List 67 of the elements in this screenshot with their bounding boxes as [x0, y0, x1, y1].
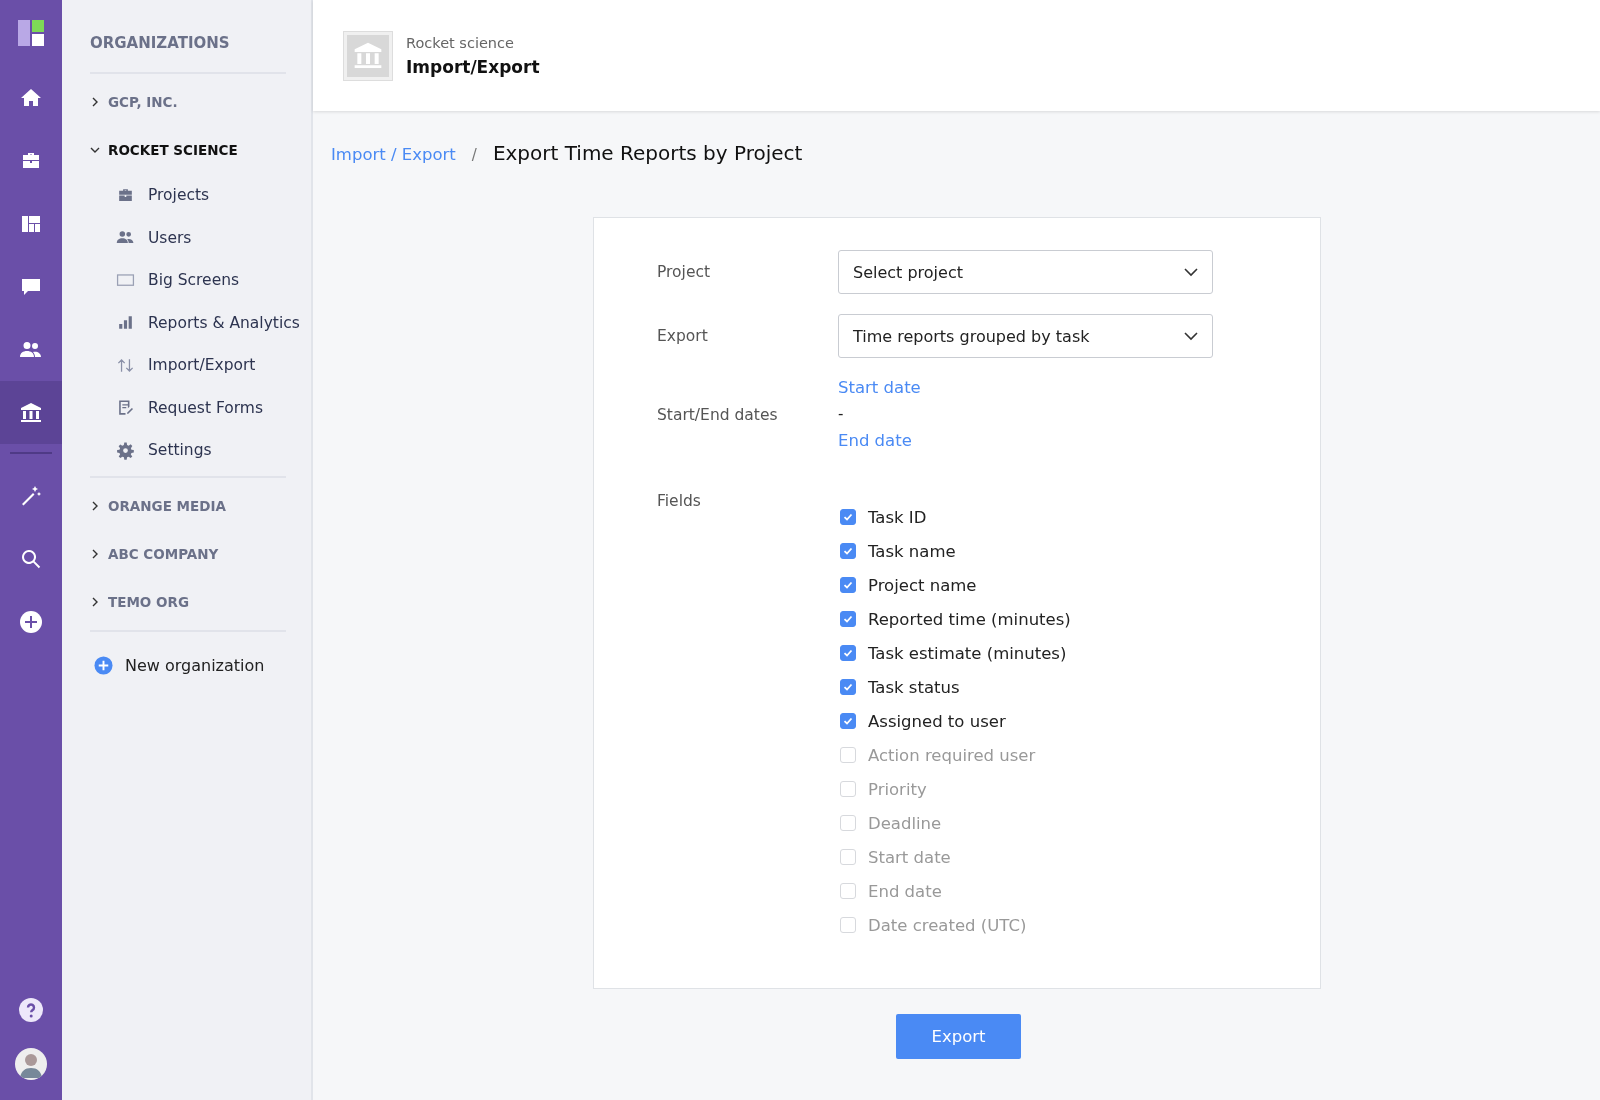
checkmark-icon	[842, 647, 854, 659]
sidebar-item[interactable]: Reports & Analytics	[90, 301, 307, 344]
checkbox-label: Project name	[868, 575, 977, 595]
field-label: Fields	[657, 492, 702, 510]
checkmark-icon	[842, 613, 854, 625]
sidebar-item[interactable]: Projects	[90, 174, 307, 217]
checkbox-label: Task status	[868, 677, 960, 697]
bank-icon	[19, 400, 43, 425]
checkbox-label: Task ID	[868, 507, 927, 527]
logo-icon[interactable]	[18, 20, 44, 46]
new-organization-link[interactable]: New organization	[90, 635, 307, 696]
sidebar-item[interactable]: Big Screens	[90, 259, 307, 302]
organization-item[interactable]: ABC COMPANY	[90, 529, 307, 578]
chevron-down-icon	[1184, 329, 1198, 343]
checkbox-label: Start date	[868, 847, 951, 867]
checkbox[interactable]	[840, 543, 856, 559]
checkbox-label: Task name	[868, 541, 956, 561]
sidebar-item[interactable]: Request Forms	[90, 386, 307, 429]
export-dropdown[interactable]: Time reports grouped by task	[838, 314, 1213, 358]
field-label: Export	[657, 327, 709, 345]
chevron-right-icon	[90, 548, 100, 559]
checkbox[interactable]	[840, 611, 856, 627]
chevron-down-icon	[90, 145, 100, 155]
checkbox-label: End date	[868, 881, 942, 901]
sidebar-item[interactable]: Users	[90, 216, 307, 259]
help-icon[interactable]	[19, 998, 43, 1022]
field-label: Start/End dates	[657, 406, 779, 424]
gear-icon	[116, 440, 135, 460]
organization-item[interactable]: ORANGE MEDIA	[90, 481, 307, 530]
page-title: Import/Export	[406, 56, 540, 77]
checkmark-icon	[842, 715, 854, 727]
chevron-right-icon	[90, 596, 100, 607]
checkbox-label: Action required user	[868, 745, 1036, 765]
sidebar-item[interactable]: Settings	[90, 429, 307, 472]
checkbox-label: Task estimate (minutes)	[868, 643, 1067, 663]
checkmark-icon	[842, 681, 854, 693]
checkbox-label: Priority	[868, 779, 927, 799]
breadcrumb-current: Export Time Reports by Project	[492, 141, 803, 165]
avatar[interactable]	[15, 1048, 47, 1080]
date-separator: -	[838, 405, 845, 423]
checkmark-icon	[842, 511, 854, 523]
form-icon	[116, 398, 135, 418]
checkbox-label: Date created (UTC)	[868, 915, 1027, 935]
checkbox-label: Reported time (minutes)	[868, 609, 1071, 629]
checkbox[interactable]	[840, 645, 856, 661]
organization-item[interactable]: TEMO ORG	[90, 577, 307, 626]
plus-icon	[94, 656, 113, 675]
chevron-right-icon	[90, 97, 100, 107]
organization-item[interactable]: GCP, INC.	[90, 78, 307, 126]
checkmark-icon	[842, 579, 854, 591]
checkbox[interactable]	[840, 509, 856, 525]
sidebar-item[interactable]: Import/Export	[90, 344, 307, 387]
sidebar-heading: ORGANIZATIONS	[90, 33, 231, 54]
chevron-down-icon	[1184, 265, 1198, 279]
checkbox[interactable]	[840, 713, 856, 729]
checkbox-label: Assigned to user	[868, 711, 1006, 731]
checkbox[interactable]	[840, 679, 856, 695]
field-label: Project	[657, 263, 712, 281]
organization-name: Rocket science	[406, 34, 515, 51]
checkbox-label: Deadline	[868, 813, 942, 833]
checkmark-icon	[842, 545, 854, 557]
chevron-right-icon	[90, 500, 100, 511]
plus-icon	[19, 609, 43, 634]
project-dropdown[interactable]: Select project	[838, 250, 1213, 294]
organization-item[interactable]: ROCKET SCIENCE	[90, 126, 307, 174]
breadcrumb-separator: /	[471, 146, 477, 164]
checkbox[interactable]	[840, 577, 856, 593]
